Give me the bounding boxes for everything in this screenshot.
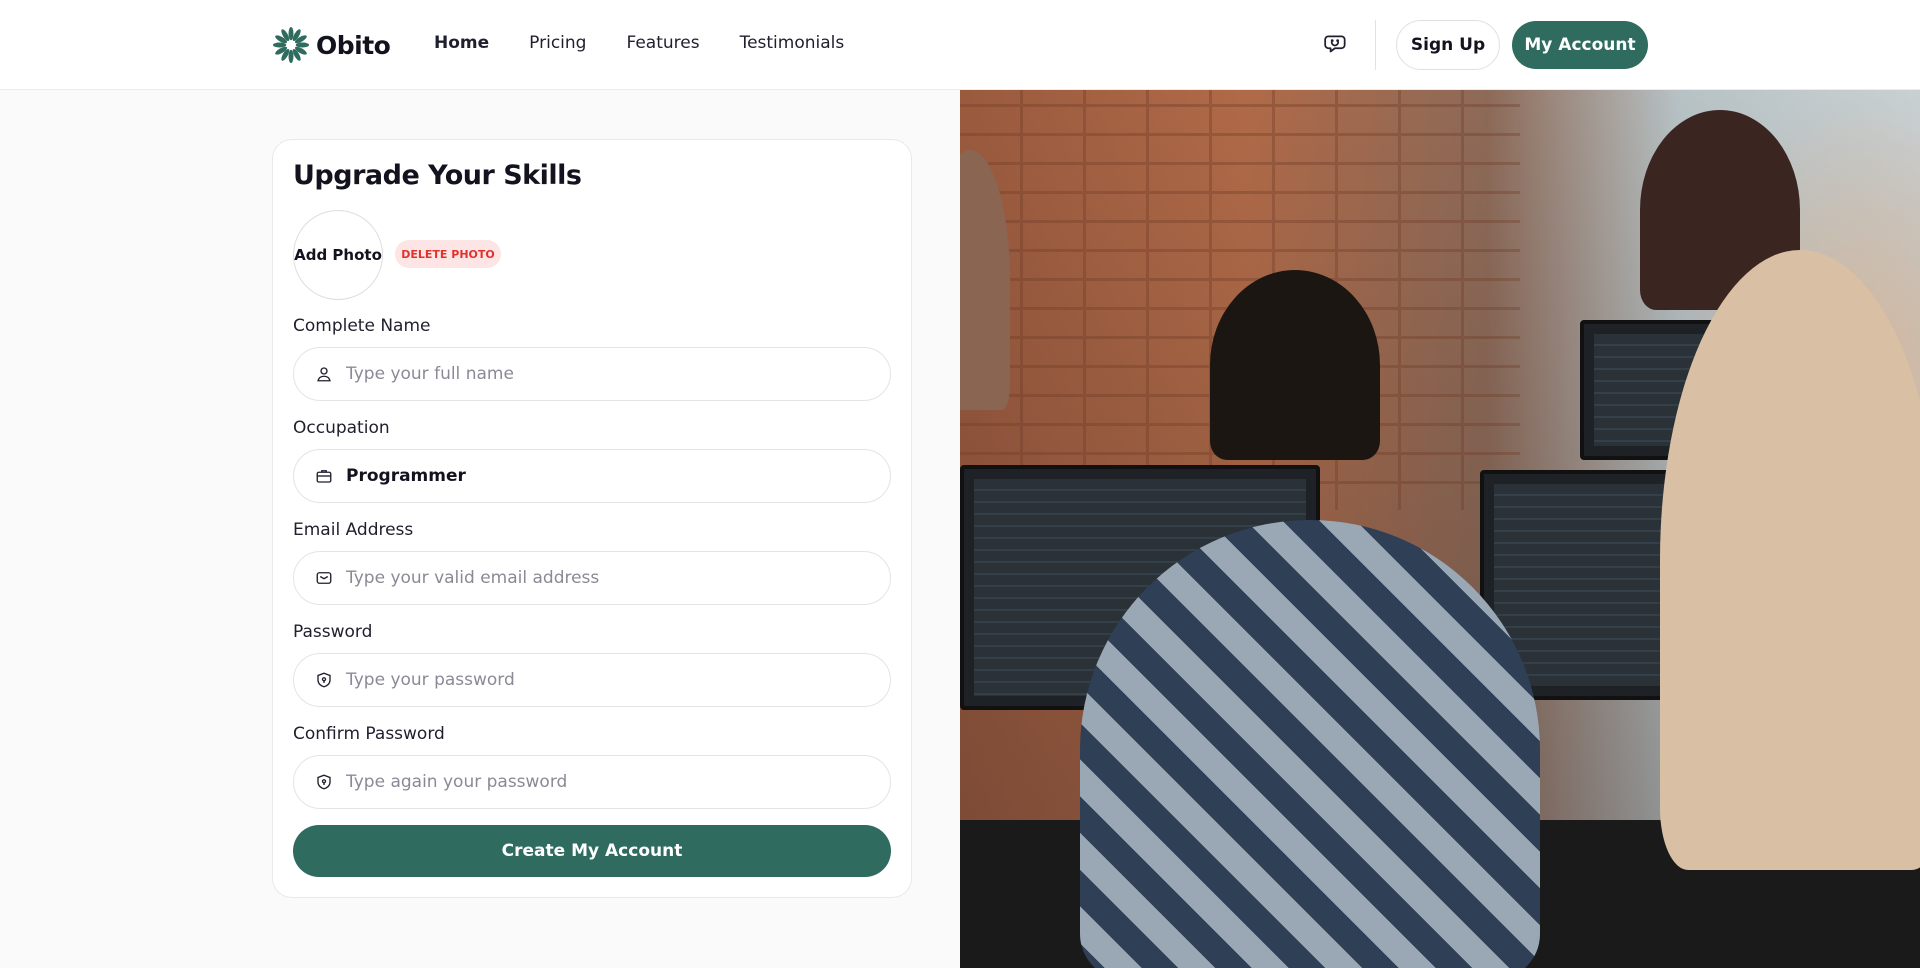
sunburst-logo-icon	[272, 26, 310, 64]
person-plaid-shirt	[1080, 520, 1540, 968]
my-account-button[interactable]: My Account	[1512, 21, 1648, 69]
signup-form-card: Upgrade Your Skills Add Photo DELETE PHO…	[272, 139, 912, 898]
brand-name: Obito	[316, 30, 391, 60]
form-title: Upgrade Your Skills	[293, 160, 582, 191]
nav-link-features[interactable]: Features	[626, 33, 699, 53]
email-address-field[interactable]: Type your valid email address	[293, 551, 891, 605]
shield-lock-icon	[314, 772, 334, 792]
occupation-field[interactable]: Programmer	[293, 449, 891, 503]
briefcase-icon	[314, 466, 334, 486]
confirm-password-input[interactable]: Type again your password	[346, 772, 567, 792]
person-head	[1210, 270, 1380, 460]
delete-photo-button[interactable]: DELETE PHOTO	[395, 240, 501, 268]
confirm-password-field[interactable]: Type again your password	[293, 755, 891, 809]
create-account-button[interactable]: Create My Account	[293, 825, 891, 877]
password-input[interactable]: Type your password	[346, 670, 515, 690]
nav-link-pricing[interactable]: Pricing	[529, 33, 586, 53]
password-field[interactable]: Type your password	[293, 653, 891, 707]
complete-name-label: Complete Name	[293, 316, 431, 336]
nav-divider	[1375, 20, 1376, 70]
nav-link-testimonials[interactable]: Testimonials	[740, 33, 845, 53]
mail-icon	[314, 568, 334, 588]
sign-up-button[interactable]: Sign Up	[1396, 20, 1500, 70]
navbar: Obito Home Pricing Features Testimonials…	[0, 0, 1920, 90]
occupation-label: Occupation	[293, 418, 390, 438]
email-address-label: Email Address	[293, 520, 414, 540]
complete-name-input[interactable]: Type your full name	[346, 364, 514, 384]
password-label: Password	[293, 622, 373, 642]
nav-link-home[interactable]: Home	[434, 33, 489, 53]
confirm-password-label: Confirm Password	[293, 724, 445, 744]
email-address-input[interactable]: Type your valid email address	[346, 568, 599, 588]
user-icon	[314, 364, 334, 384]
person-right-sweater	[1660, 250, 1920, 870]
add-photo-button[interactable]: Add Photo	[293, 210, 383, 300]
occupation-select[interactable]: Programmer	[346, 466, 466, 486]
chat-support-icon[interactable]	[1320, 30, 1352, 60]
hero-photo	[960, 90, 1920, 968]
main-nav: Home Pricing Features Testimonials	[434, 33, 844, 53]
brand-logo[interactable]: Obito	[272, 24, 391, 66]
complete-name-field[interactable]: Type your full name	[293, 347, 891, 401]
shield-lock-icon	[314, 670, 334, 690]
